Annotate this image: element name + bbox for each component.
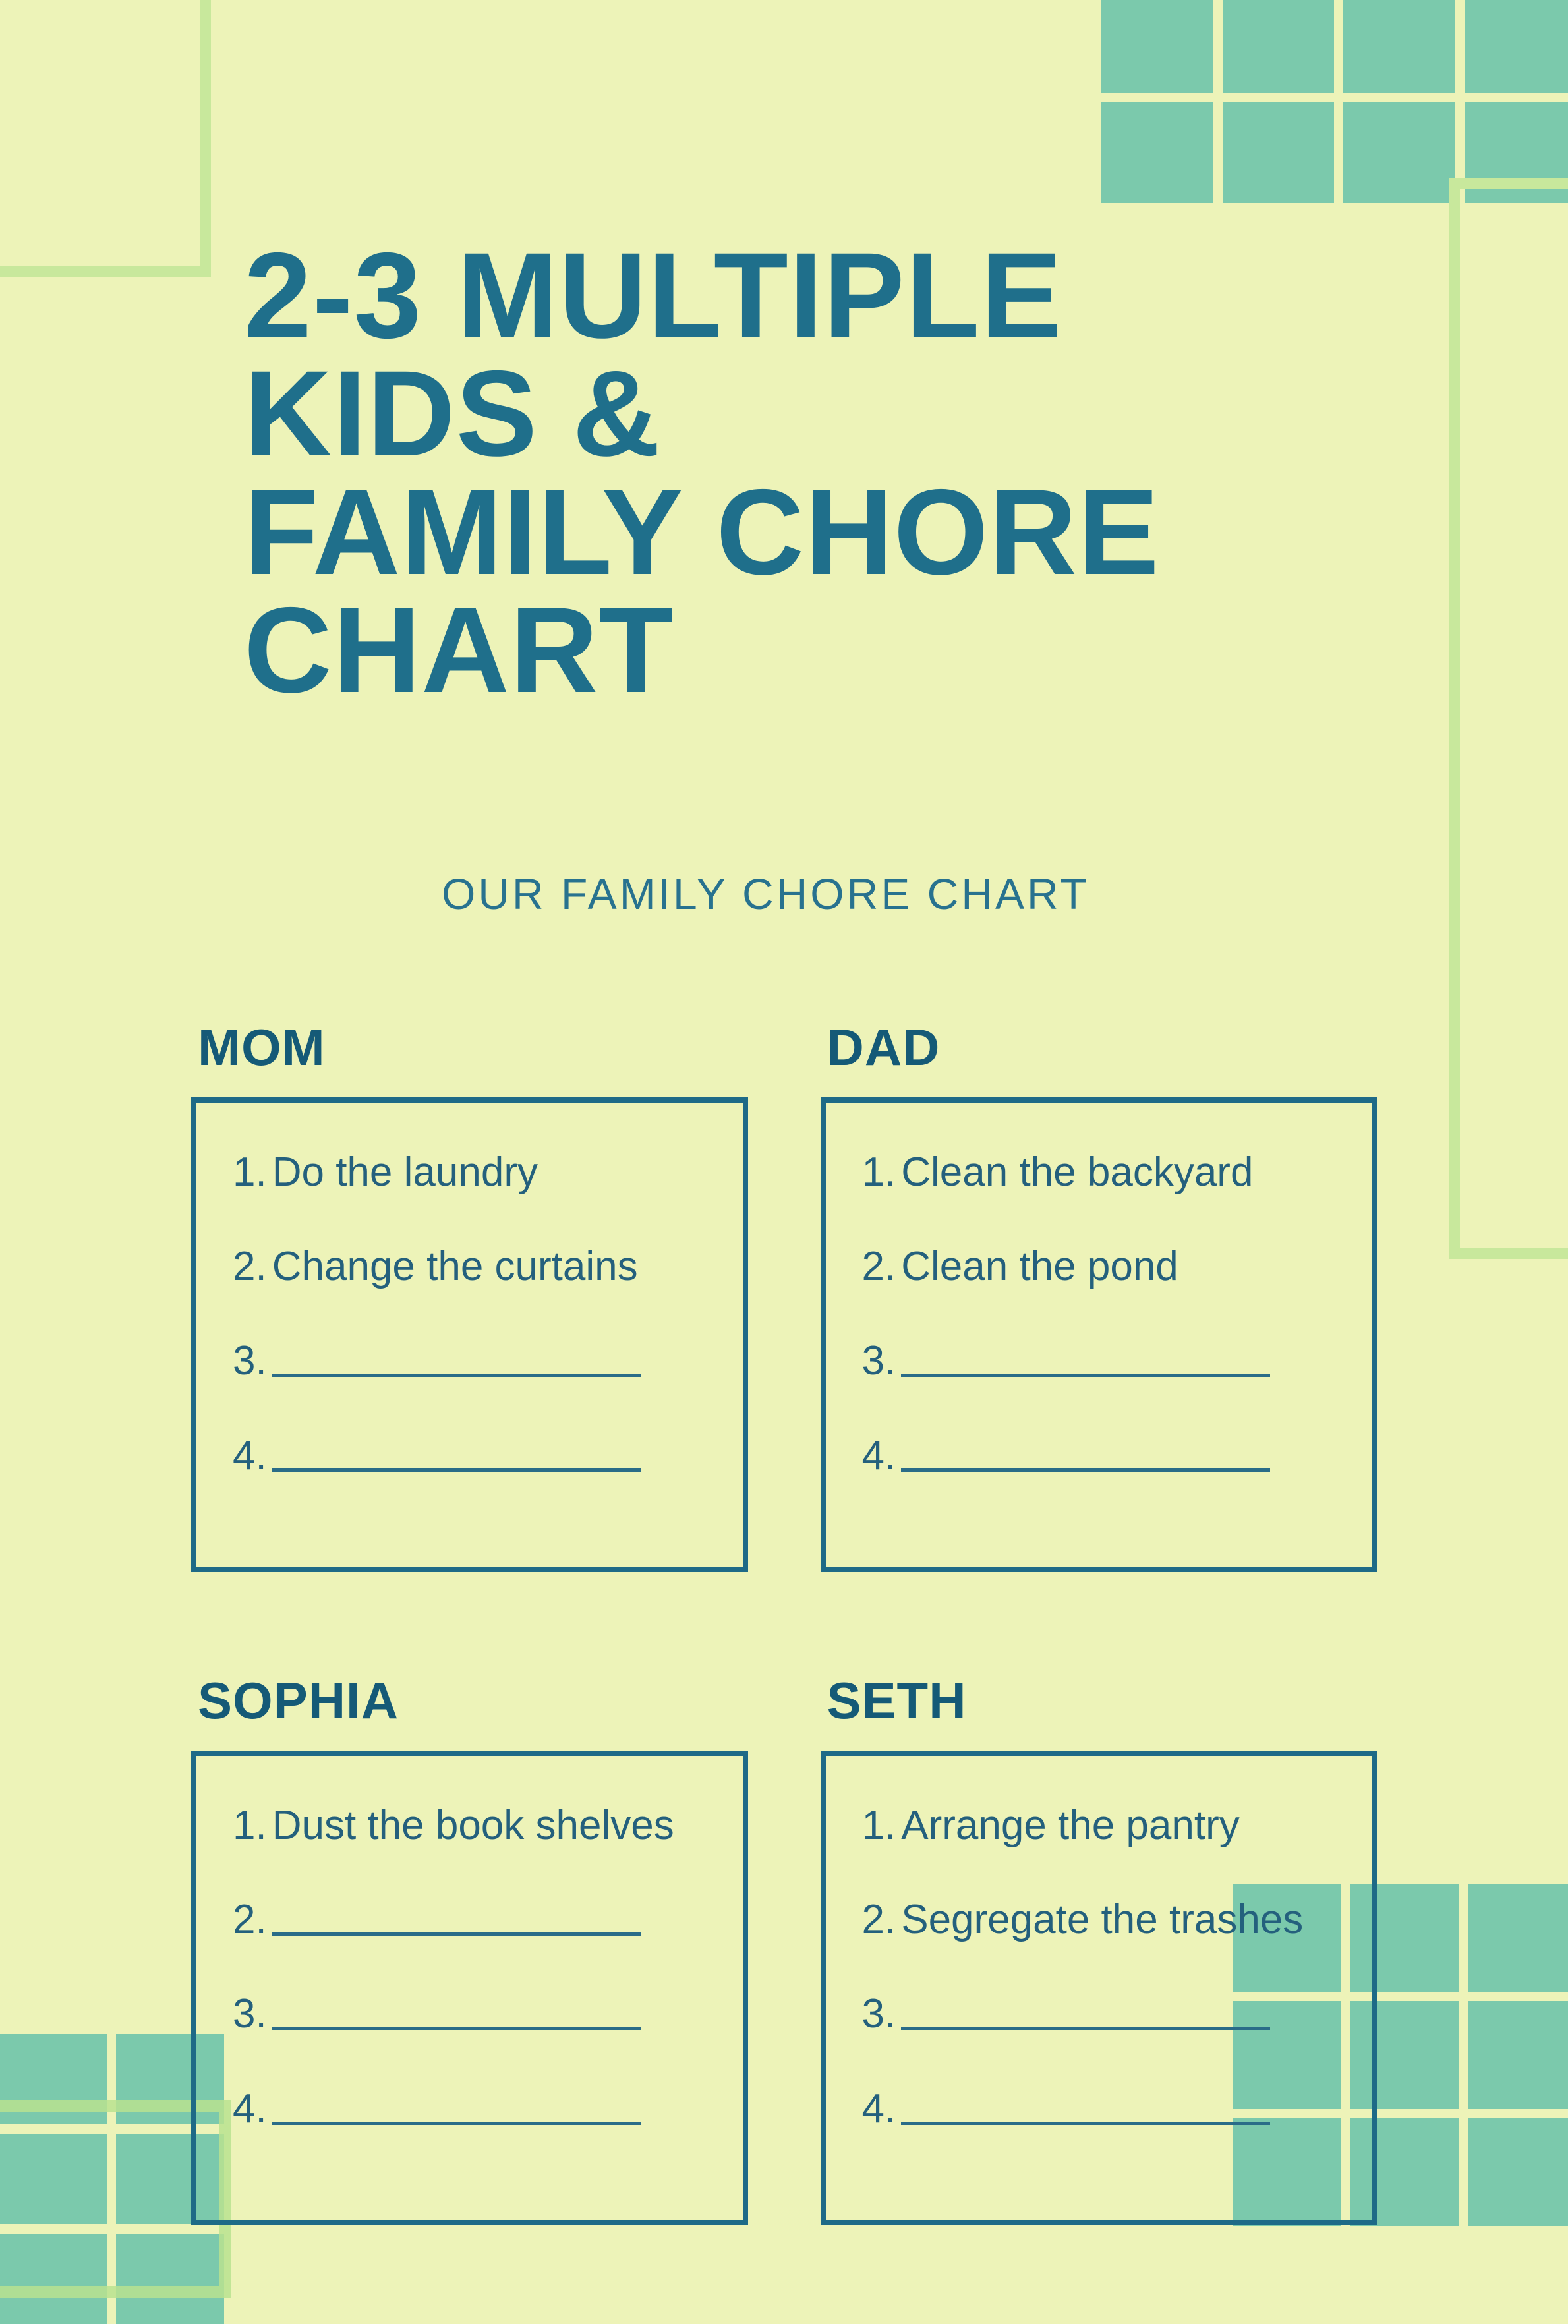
chore-line: 1.Dust the book shelves	[233, 1802, 707, 1849]
chore-blank[interactable]	[272, 1932, 641, 1936]
chore-line: 4.	[862, 2085, 1336, 2132]
person-cell-dad: DAD 1.Clean the backyard 2.Clean the pon…	[821, 1018, 1378, 1572]
person-cell-sophia: SOPHIA 1.Dust the book shelves 2. 3. 4.	[191, 1671, 748, 2225]
chore-line: 1.Clean the backyard	[862, 1149, 1336, 1196]
chore-blank[interactable]	[272, 2027, 641, 2030]
chore-text: Segregate the trashes	[901, 1897, 1303, 1942]
chore-box: 1.Clean the backyard 2.Clean the pond 3.…	[821, 1097, 1378, 1572]
chore-box: 1.Arrange the pantry 2.Segregate the tra…	[821, 1751, 1378, 2225]
chore-text: Clean the backyard	[901, 1149, 1253, 1195]
chore-line: 2.Change the curtains	[233, 1243, 707, 1290]
chore-box: 1.Dust the book shelves 2. 3. 4.	[191, 1751, 748, 2225]
person-cell-seth: SETH 1.Arrange the pantry 2.Segregate th…	[821, 1671, 1378, 2225]
page: 2-3 MULTIPLE KIDS & FAMILY CHORE CHART O…	[0, 0, 1568, 2219]
title-line-2: FAMILY CHORE CHART	[244, 465, 1159, 718]
chore-line: 3.	[233, 1990, 707, 2037]
chore-line: 4.	[233, 1432, 707, 1479]
content: 2-3 MULTIPLE KIDS & FAMILY CHORE CHART O…	[0, 0, 1568, 2225]
person-cell-mom: MOM 1.Do the laundry 2.Change the curtai…	[191, 1018, 748, 1572]
chore-line: 3.	[862, 1337, 1336, 1384]
person-name: SOPHIA	[198, 1671, 748, 1731]
chore-text: Do the laundry	[272, 1149, 538, 1195]
chore-blank[interactable]	[901, 1468, 1270, 1472]
chore-blank[interactable]	[272, 1374, 641, 1377]
chore-line: 4.	[233, 2085, 707, 2132]
chore-blank[interactable]	[901, 1374, 1270, 1377]
person-name: MOM	[198, 1018, 748, 1078]
chore-line: 3.	[233, 1337, 707, 1384]
subtitle: OUR FAMILY CHORE CHART	[442, 869, 1377, 919]
page-title: 2-3 MULTIPLE KIDS & FAMILY CHORE CHART	[244, 237, 1377, 711]
person-name: SETH	[827, 1671, 1378, 1731]
chore-line: 3.	[862, 1990, 1336, 2037]
chore-blank[interactable]	[272, 1468, 641, 1472]
chore-line: 4.	[862, 1432, 1336, 1479]
chore-text: Dust the book shelves	[272, 1803, 674, 1848]
title-line-1: 2-3 MULTIPLE KIDS &	[244, 228, 1062, 482]
person-name: DAD	[827, 1018, 1378, 1078]
chore-text: Clean the pond	[901, 1244, 1178, 1289]
chore-line: 2.Clean the pond	[862, 1243, 1336, 1290]
people-grid: MOM 1.Do the laundry 2.Change the curtai…	[191, 1018, 1377, 2225]
chore-box: 1.Do the laundry 2.Change the curtains 3…	[191, 1097, 748, 1572]
chore-line: 2.	[233, 1896, 707, 1943]
chore-line: 1.Do the laundry	[233, 1149, 707, 1196]
chore-text: Change the curtains	[272, 1244, 638, 1289]
chore-blank[interactable]	[901, 2027, 1270, 2030]
chore-text: Arrange the pantry	[901, 1803, 1240, 1848]
chore-line: 1.Arrange the pantry	[862, 1802, 1336, 1849]
chore-blank[interactable]	[901, 2122, 1270, 2125]
chore-line: 2.Segregate the trashes	[862, 1896, 1336, 1943]
chore-blank[interactable]	[272, 2122, 641, 2125]
